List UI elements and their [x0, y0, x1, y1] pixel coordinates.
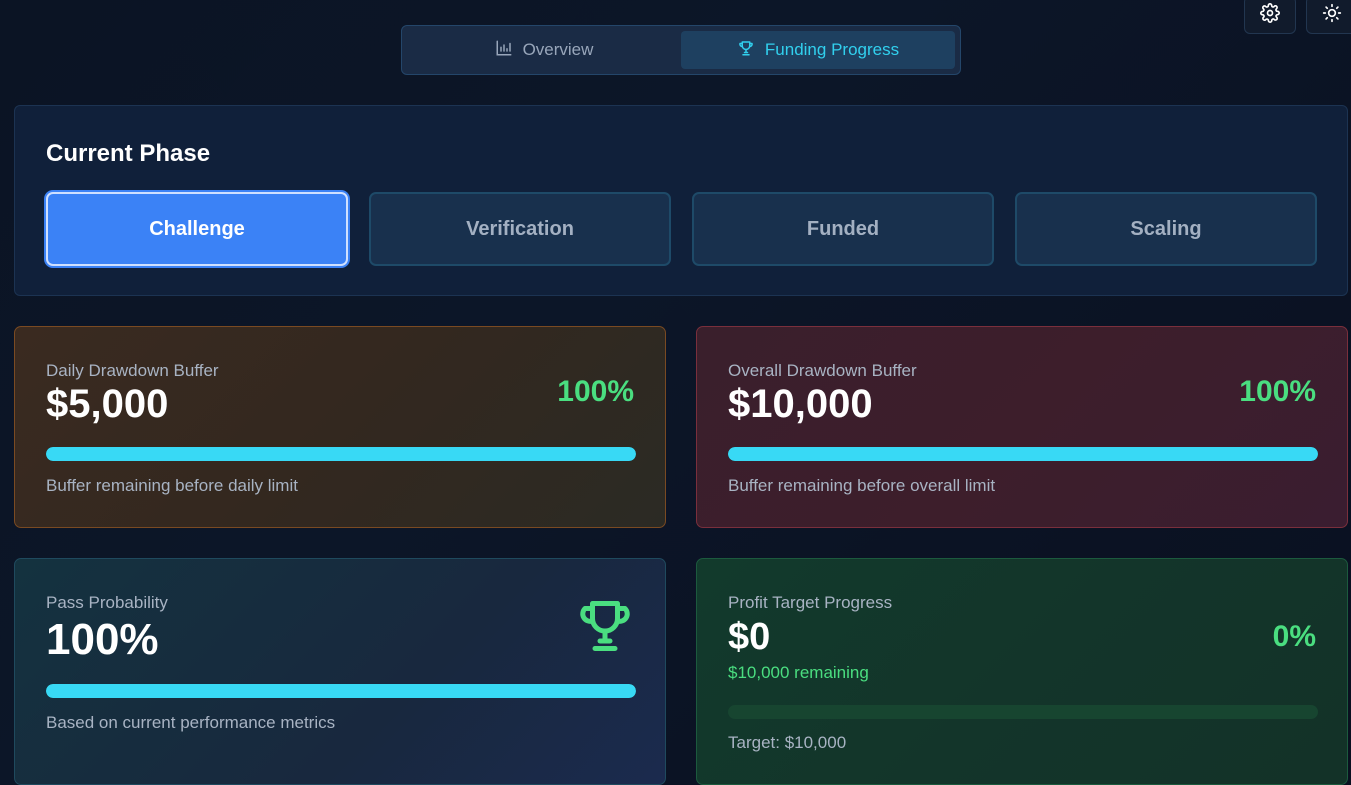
profit-target-remaining: $10,000 remaining: [728, 663, 869, 682]
daily-drawdown-note: Buffer remaining before daily limit: [46, 476, 298, 495]
overall-drawdown-bar: [728, 447, 1318, 461]
phase-scaling-button[interactable]: Scaling: [1015, 192, 1317, 266]
settings-button[interactable]: [1244, 0, 1296, 34]
pass-probability-card: Pass Probability 100% Based on current p…: [14, 558, 666, 785]
tab-overview-label: Overview: [522, 40, 594, 59]
phase-funded-button[interactable]: Funded: [692, 192, 994, 266]
bar-chart-icon: [495, 39, 513, 62]
daily-drawdown-card: Daily Drawdown Buffer $5,000 100% Buffer…: [14, 326, 666, 528]
pass-probability-bar-fill: [46, 684, 636, 698]
view-tabs: Overview Funding Progress: [401, 25, 961, 75]
phase-title: Current Phase: [46, 140, 211, 167]
profit-target-percent: 0%: [1272, 620, 1316, 653]
phase-verification-button[interactable]: Verification: [369, 192, 671, 266]
profit-target-note: Target: $10,000: [728, 733, 847, 752]
daily-drawdown-value: $5,000: [46, 382, 169, 426]
profit-target-label: Profit Target Progress: [728, 593, 893, 612]
current-phase-panel: Current Phase Challenge Verification Fun…: [14, 105, 1348, 296]
profit-target-value: $0: [728, 616, 771, 658]
profit-target-bar: [728, 705, 1318, 719]
overall-drawdown-bar-fill: [728, 447, 1318, 461]
daily-drawdown-bar: [46, 447, 636, 461]
phase-challenge-button[interactable]: Challenge: [46, 192, 348, 266]
gear-icon: [1260, 2, 1280, 28]
trophy-icon: [575, 595, 635, 657]
overall-drawdown-value: $10,000: [728, 382, 873, 426]
overall-drawdown-card: Overall Drawdown Buffer $10,000 100% Buf…: [696, 326, 1348, 528]
profit-target-card: Profit Target Progress $0 0% $10,000 rem…: [696, 558, 1348, 785]
overall-drawdown-note: Buffer remaining before overall limit: [728, 476, 996, 495]
daily-drawdown-percent: 100%: [557, 375, 634, 408]
daily-drawdown-bar-fill: [46, 447, 636, 461]
tab-overview[interactable]: Overview: [407, 31, 681, 69]
sun-icon: [1322, 3, 1342, 28]
pass-probability-bar: [46, 684, 636, 698]
overall-drawdown-percent: 100%: [1239, 375, 1316, 408]
pass-probability-value: 100%: [46, 615, 159, 664]
overall-drawdown-label: Overall Drawdown Buffer: [728, 361, 917, 380]
daily-drawdown-label: Daily Drawdown Buffer: [46, 361, 219, 380]
tab-funding-progress[interactable]: Funding Progress: [681, 31, 955, 69]
pass-probability-note: Based on current performance metrics: [46, 713, 336, 732]
trophy-icon: [737, 39, 755, 62]
pass-probability-label: Pass Probability: [46, 593, 168, 612]
tab-funding-progress-label: Funding Progress: [764, 40, 900, 59]
theme-toggle-button[interactable]: [1306, 0, 1351, 34]
